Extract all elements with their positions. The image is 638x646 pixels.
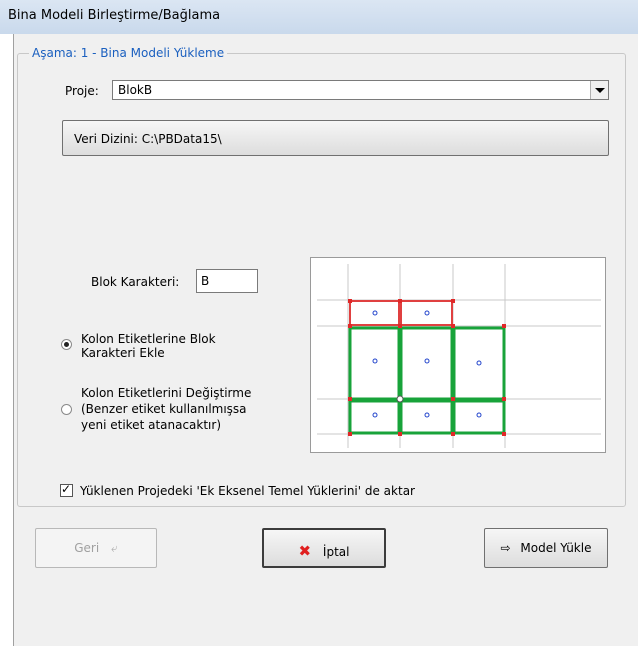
keep-labels-line2: (Benzer etiket kullanılmışsa	[81, 402, 247, 416]
chevron-down-icon[interactable]	[590, 81, 608, 99]
title-bar: Bina Modeli Birleştirme/Bağlama	[0, 0, 638, 34]
project-value: BlokB	[118, 83, 153, 97]
transfer-loads-label: Yüklenen Projedeki 'Ek Eksenel Temel Yük…	[80, 484, 415, 498]
model-preview	[310, 257, 606, 453]
block-character-label: Blok Karakteri:	[91, 275, 180, 289]
data-directory-label: Veri Dizini: C:\PBData15\	[74, 132, 222, 146]
undo-arrow-icon: ⤶	[111, 541, 118, 555]
transfer-loads-checkbox[interactable]: ✓	[60, 482, 73, 497]
project-label: Proje:	[65, 84, 99, 98]
project-combobox[interactable]: BlokB	[112, 80, 609, 100]
load-model-label: Model Yükle	[520, 541, 592, 555]
checkmark-icon: ✓	[61, 482, 72, 496]
model-plan-drawing	[317, 264, 601, 448]
load-model-button[interactable]: ⇨ Model Yükle	[484, 528, 608, 568]
stage-group-label: Aşama: 1 - Bina Modeli Yükleme	[29, 46, 228, 60]
block-character-value: B	[201, 274, 210, 288]
back-label: Geri	[74, 541, 100, 555]
arrow-right-icon: ⇨	[500, 541, 511, 555]
add-block-char-line1: Kolon Etiketlerine Blok	[81, 332, 216, 346]
keep-labels-line1: Kolon Etiketlerini Değiştirme	[81, 386, 252, 400]
keep-labels-radio[interactable]	[61, 404, 72, 415]
block-character-input[interactable]: B	[196, 269, 258, 293]
add-block-char-radio[interactable]	[61, 339, 72, 350]
cancel-label: İptal	[322, 545, 350, 559]
cancel-button[interactable]: ✖ İptal	[262, 528, 386, 568]
add-block-char-line2: Karakteri Ekle	[81, 346, 165, 360]
red-x-icon: ✖	[298, 542, 312, 560]
back-button[interactable]: Geri ⤶	[35, 528, 157, 568]
keep-labels-line3: yeni etiket atanacaktır)	[81, 418, 222, 432]
window-title: Bina Modeli Birleştirme/Bağlama	[8, 8, 221, 23]
data-directory-button[interactable]: Veri Dizini: C:\PBData15\	[62, 120, 609, 156]
